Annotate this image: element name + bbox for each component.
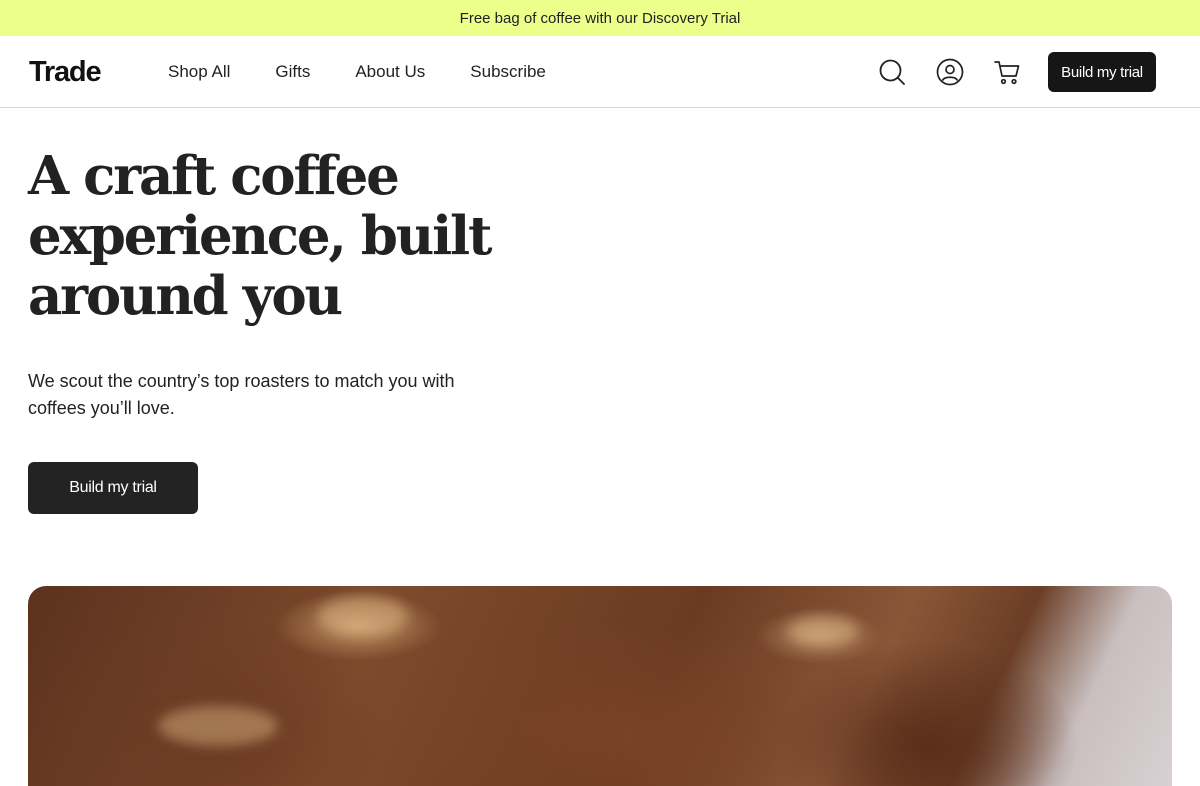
bean-highlight: [158, 706, 278, 746]
bean-highlight: [788, 616, 858, 646]
cart-icon[interactable]: [991, 56, 1023, 88]
nav-about-us[interactable]: About Us: [355, 60, 425, 84]
header-build-trial-button[interactable]: Build my trial: [1048, 52, 1156, 92]
coffee-beans-image: [28, 586, 1172, 786]
announcement-text[interactable]: Free bag of coffee with our Discovery Tr…: [460, 10, 741, 27]
nav-subscribe[interactable]: Subscribe: [470, 60, 546, 84]
site-header: Trade Shop All Gifts About Us Subscribe …: [0, 36, 1200, 108]
announcement-bar[interactable]: Free bag of coffee with our Discovery Tr…: [0, 0, 1200, 36]
bean-highlight: [318, 596, 408, 636]
hero-subtitle: We scout the country’s top roasters to m…: [28, 371, 455, 418]
main-nav: Shop All Gifts About Us Subscribe: [168, 60, 591, 84]
search-icon[interactable]: [876, 56, 908, 88]
hero-title: A craft coffee experience, built around …: [28, 145, 492, 327]
hero-build-trial-button[interactable]: Build my trial: [28, 462, 198, 514]
nav-shop-all[interactable]: Shop All: [168, 60, 230, 84]
nav-gifts[interactable]: Gifts: [275, 60, 310, 84]
account-icon[interactable]: [934, 56, 966, 88]
logo[interactable]: Trade: [29, 55, 102, 89]
